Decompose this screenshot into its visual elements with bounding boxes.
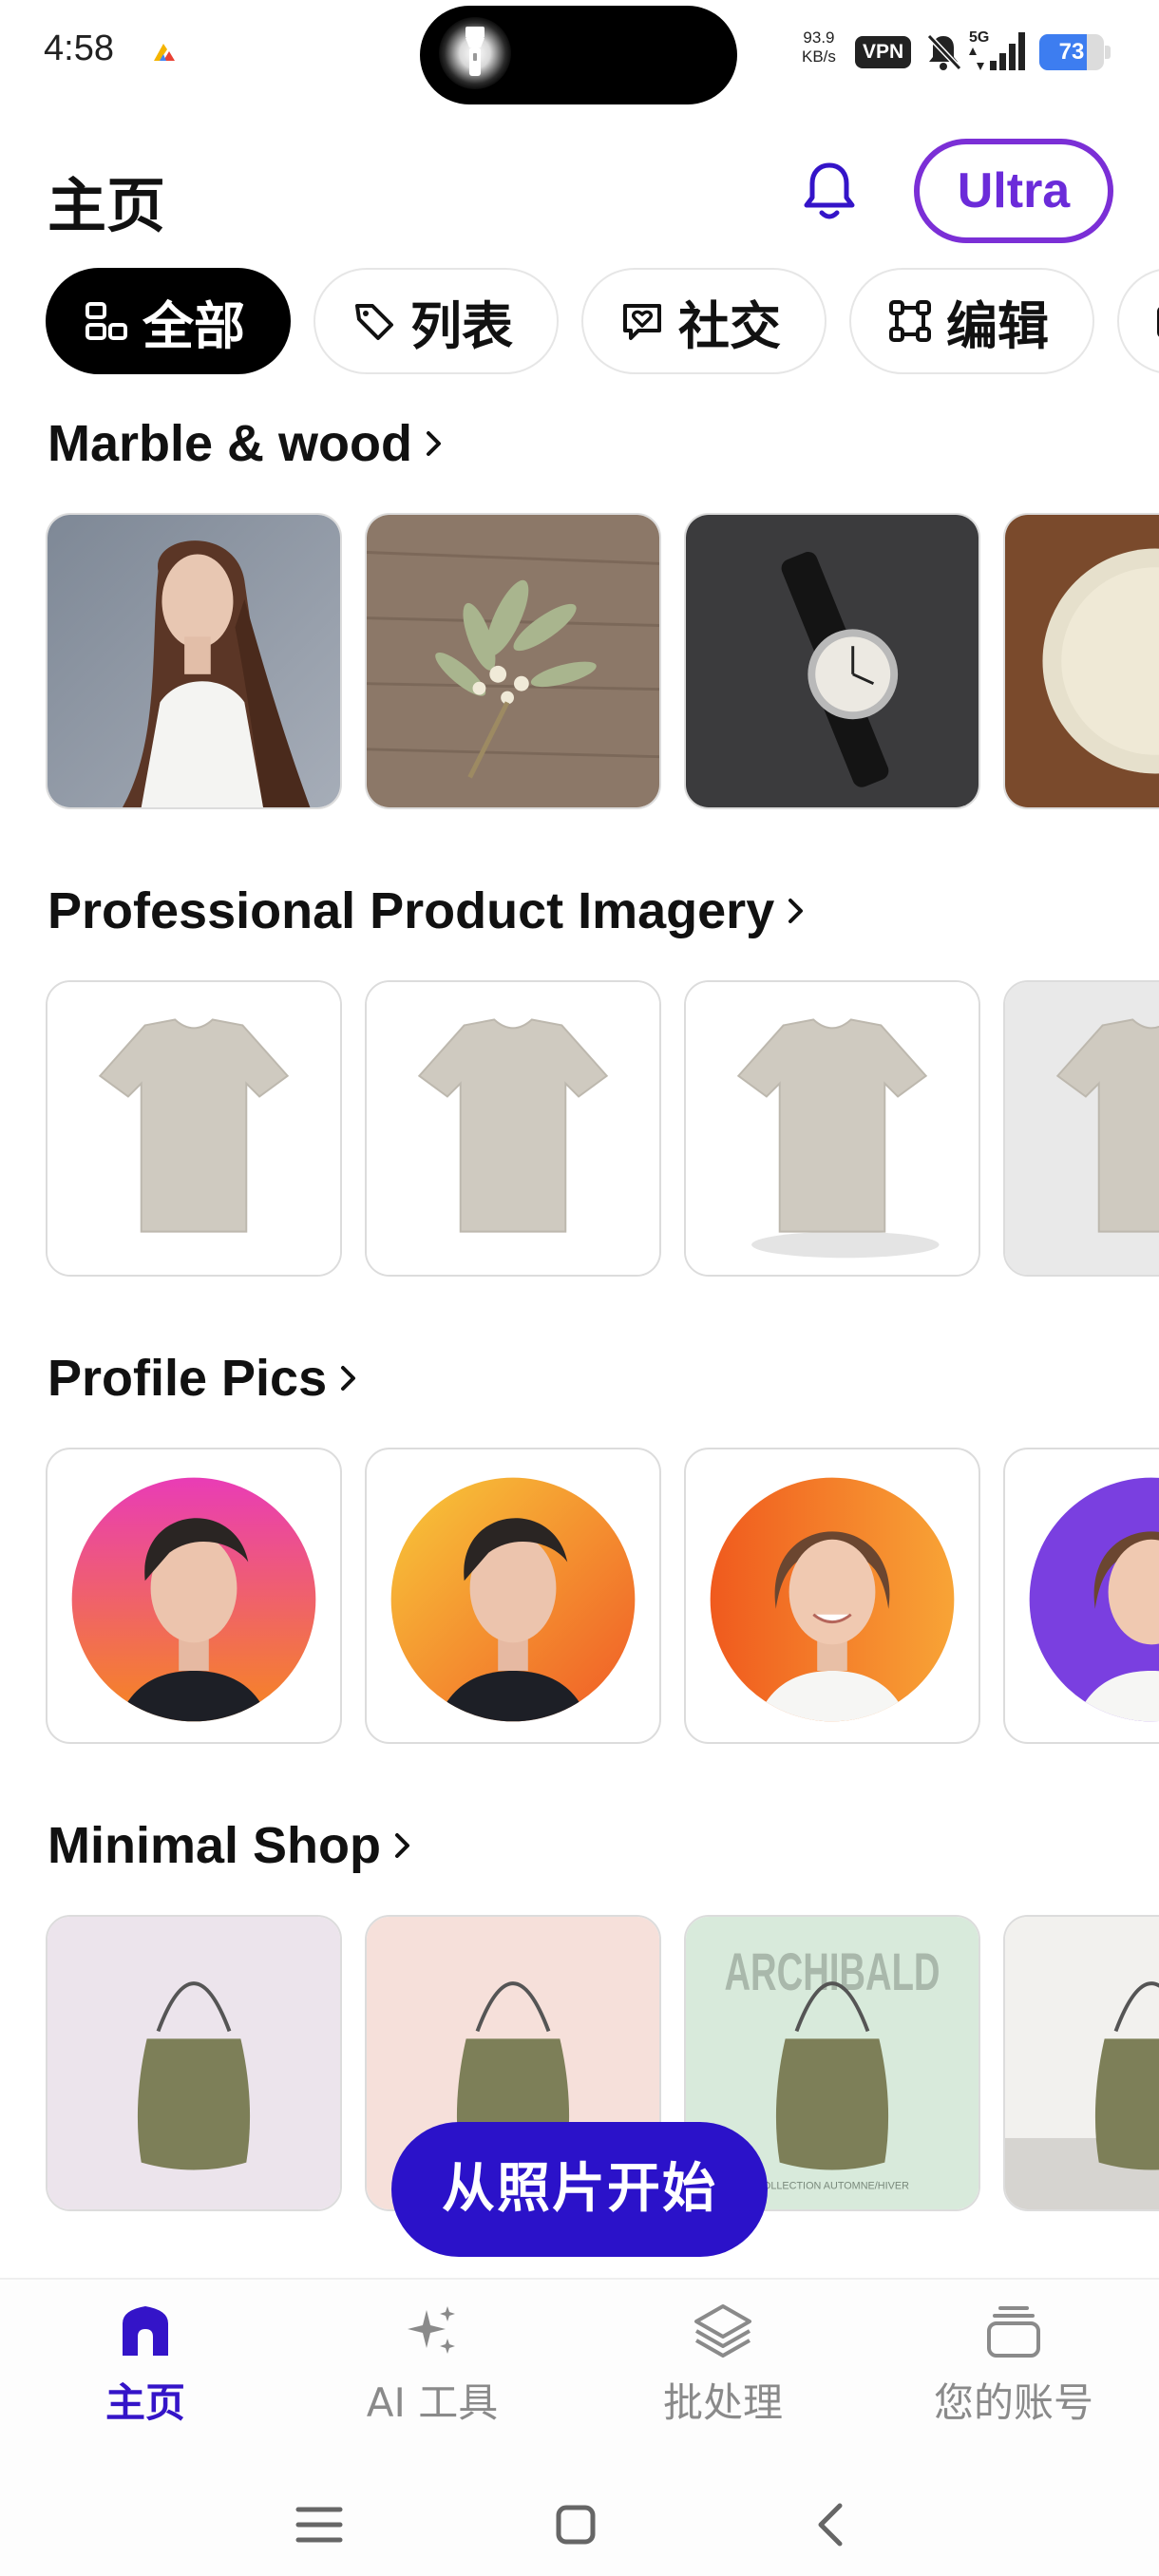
menu-icon[interactable] — [281, 2487, 357, 2563]
section-title-label: Minimal Shop — [48, 1817, 381, 1874]
vpn-badge: VPN — [855, 36, 912, 68]
network-speed: 93.9 KB/s — [802, 28, 836, 66]
poster-brand-text: ARCHIBALD — [724, 1942, 940, 2001]
page-title: 主页 — [48, 171, 166, 240]
layers-icon — [694, 2304, 751, 2358]
crop-icon — [889, 300, 931, 342]
avatar-thumbnail — [71, 1477, 316, 1722]
flashlight-icon — [466, 27, 484, 76]
chevron-right-icon — [788, 899, 804, 923]
grid-icon — [86, 302, 127, 340]
template-card[interactable] — [684, 980, 980, 1277]
nav-batch[interactable]: 批处理 — [604, 2301, 842, 2443]
template-card[interactable] — [1003, 1448, 1159, 1744]
status-time: 4:58 — [44, 28, 114, 68]
template-card[interactable] — [46, 980, 342, 1277]
avatar-thumbnail — [390, 1477, 636, 1722]
tshirt-shadow-thumbnail — [686, 982, 978, 1275]
chevron-right-icon — [427, 431, 442, 456]
chip-social[interactable]: 社交 — [581, 268, 826, 374]
section-title-label: Profile Pics — [48, 1350, 328, 1407]
tshirt-thumbnail — [48, 982, 340, 1275]
template-card[interactable] — [46, 1448, 342, 1744]
section-title-product-imagery[interactable]: Professional Product Imagery — [48, 881, 808, 940]
nav-home[interactable]: 主页 — [27, 2301, 264, 2443]
battery-tip — [1105, 46, 1111, 59]
chip-all[interactable]: 全部 — [46, 268, 291, 374]
chip-edit[interactable]: 编辑 — [849, 268, 1094, 374]
heart-chat-icon — [623, 304, 661, 340]
network-speed-unit: KB/s — [802, 47, 836, 66]
back-icon[interactable] — [794, 2487, 870, 2563]
tshirt-grey-thumbnail — [1005, 982, 1159, 1275]
tshirt-thumbnail — [367, 982, 659, 1275]
nav-ai-tools-label: AI 工具 — [366, 2379, 499, 2426]
battery-percent: 73 — [1058, 39, 1085, 65]
nav-home-label: 主页 — [104, 2379, 185, 2426]
chevron-right-icon — [341, 1366, 356, 1391]
avatar-thumbnail — [1029, 1477, 1159, 1722]
section-title-label: Marble & wood — [48, 415, 413, 472]
battery-indicator: 73 — [1039, 34, 1112, 70]
chip-more[interactable] — [1117, 268, 1159, 374]
watch-thumbnail — [686, 515, 978, 807]
home-square-icon[interactable] — [538, 2487, 614, 2563]
avatar-thumbnail — [710, 1477, 955, 1722]
handbag-thumbnail — [48, 1917, 340, 2209]
app-notification-icon — [154, 44, 175, 61]
chip-social-label: 社交 — [678, 295, 781, 356]
chip-all-label: 全部 — [142, 295, 245, 356]
signal-5g-icon: 5G — [969, 29, 1025, 70]
section-title-profile-pics[interactable]: Profile Pics — [48, 1349, 361, 1408]
chevron-right-icon — [395, 1833, 409, 1858]
home-icon — [123, 2306, 168, 2356]
section-title-marble-wood[interactable]: Marble & wood — [48, 414, 446, 473]
tag-icon — [355, 304, 393, 340]
poster-subtitle-text: COLLECTION AUTOMNE/HIVER — [755, 2180, 909, 2191]
template-card[interactable] — [1003, 1915, 1159, 2211]
template-card[interactable] — [46, 1915, 342, 2211]
chip-list[interactable]: 列表 — [314, 268, 559, 374]
start-from-photo-button[interactable]: 从照片开始 — [391, 2122, 768, 2257]
nav-ai-tools[interactable]: AI 工具 — [314, 2301, 551, 2443]
system-navigation-bar — [0, 2468, 1159, 2576]
product-imagery-row — [0, 980, 1159, 1279]
chip-list-label: 列表 — [410, 295, 513, 356]
template-card[interactable] — [365, 1448, 661, 1744]
handbag-studio-thumbnail — [1005, 1917, 1159, 2209]
section-title-minimal-shop[interactable]: Minimal Shop — [48, 1816, 415, 1875]
bell-muted-icon — [926, 33, 962, 71]
network-type-label: 5G — [969, 29, 989, 46]
nav-account[interactable]: 您的账号 — [895, 2301, 1132, 2443]
portrait-woman-thumbnail — [48, 515, 340, 807]
template-card[interactable] — [365, 513, 661, 809]
template-card[interactable] — [46, 513, 342, 809]
section-title-label: Professional Product Imagery — [48, 882, 775, 939]
template-card[interactable] — [684, 513, 980, 809]
profile-pics-row — [0, 1448, 1159, 1746]
nav-batch-label: 批处理 — [662, 2379, 783, 2426]
template-card[interactable] — [1003, 980, 1159, 1277]
template-card[interactable] — [684, 1448, 980, 1744]
status-bar: 4:58 93.9 KB/s VPN 5G 73 — [0, 0, 1159, 106]
sparkle-icon — [408, 2306, 455, 2354]
battery-body: 73 — [1039, 34, 1104, 70]
ultra-upgrade-button[interactable]: Ultra — [914, 139, 1113, 243]
template-card[interactable] — [1003, 513, 1159, 809]
network-speed-value: 93.9 — [803, 28, 835, 47]
ceramic-plate-thumbnail — [1005, 515, 1159, 807]
dried-flowers-thumbnail — [367, 515, 659, 807]
nav-account-label: 您的账号 — [933, 2379, 1093, 2426]
template-card[interactable] — [365, 980, 661, 1277]
account-icon — [987, 2306, 1040, 2358]
chip-edit-label: 编辑 — [946, 295, 1049, 356]
bottom-navigation: 主页 AI 工具 批处理 您的账号 — [0, 2278, 1159, 2468]
chip-more-icon — [1157, 307, 1159, 337]
marble-wood-row — [0, 513, 1159, 811]
filter-chips: 全部 列表 社交 编辑 — [0, 268, 1159, 376]
notification-bell-icon[interactable] — [798, 158, 861, 226]
